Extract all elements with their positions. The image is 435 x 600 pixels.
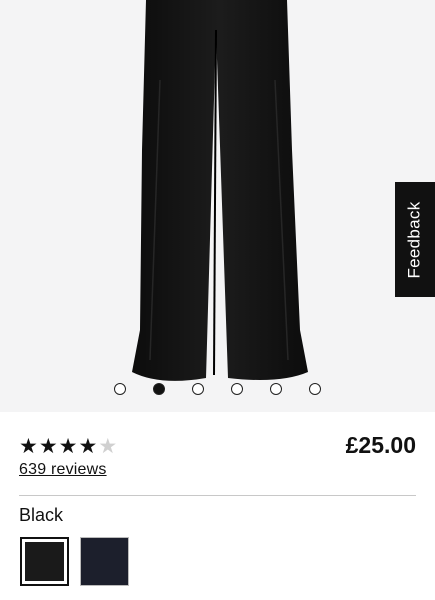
product-image — [132, 0, 308, 381]
star-filled-icon: ★ — [38, 435, 58, 458]
carousel-dot-active[interactable] — [153, 383, 165, 395]
star-filled-icon: ★ — [58, 435, 78, 458]
star-filled-icon: ★ — [78, 435, 98, 458]
product-price: £25.00 — [345, 432, 416, 458]
carousel-dot[interactable] — [309, 383, 321, 395]
feedback-tab[interactable]: Feedback — [395, 182, 435, 297]
carousel-dot[interactable] — [231, 383, 243, 395]
carousel-dot[interactable] — [114, 383, 126, 395]
colour-swatch-black[interactable] — [20, 537, 69, 586]
reviews-link[interactable]: 639 reviews — [19, 461, 107, 479]
swatch-fill — [25, 542, 64, 581]
feedback-label: Feedback — [405, 200, 424, 279]
selected-colour-label: Black — [19, 505, 64, 525]
product-image-gallery[interactable] — [0, 0, 435, 412]
star-rating[interactable]: ★ ★ ★ ★ ★ — [19, 436, 117, 457]
carousel-dots — [0, 383, 435, 395]
carousel-dot[interactable] — [270, 383, 282, 395]
colour-swatch-navy[interactable] — [80, 537, 129, 586]
swatch-fill — [81, 538, 128, 585]
star-filled-icon: ★ — [19, 435, 38, 458]
divider — [19, 495, 416, 496]
star-empty-icon: ★ — [98, 435, 118, 458]
carousel-dot[interactable] — [192, 383, 204, 395]
